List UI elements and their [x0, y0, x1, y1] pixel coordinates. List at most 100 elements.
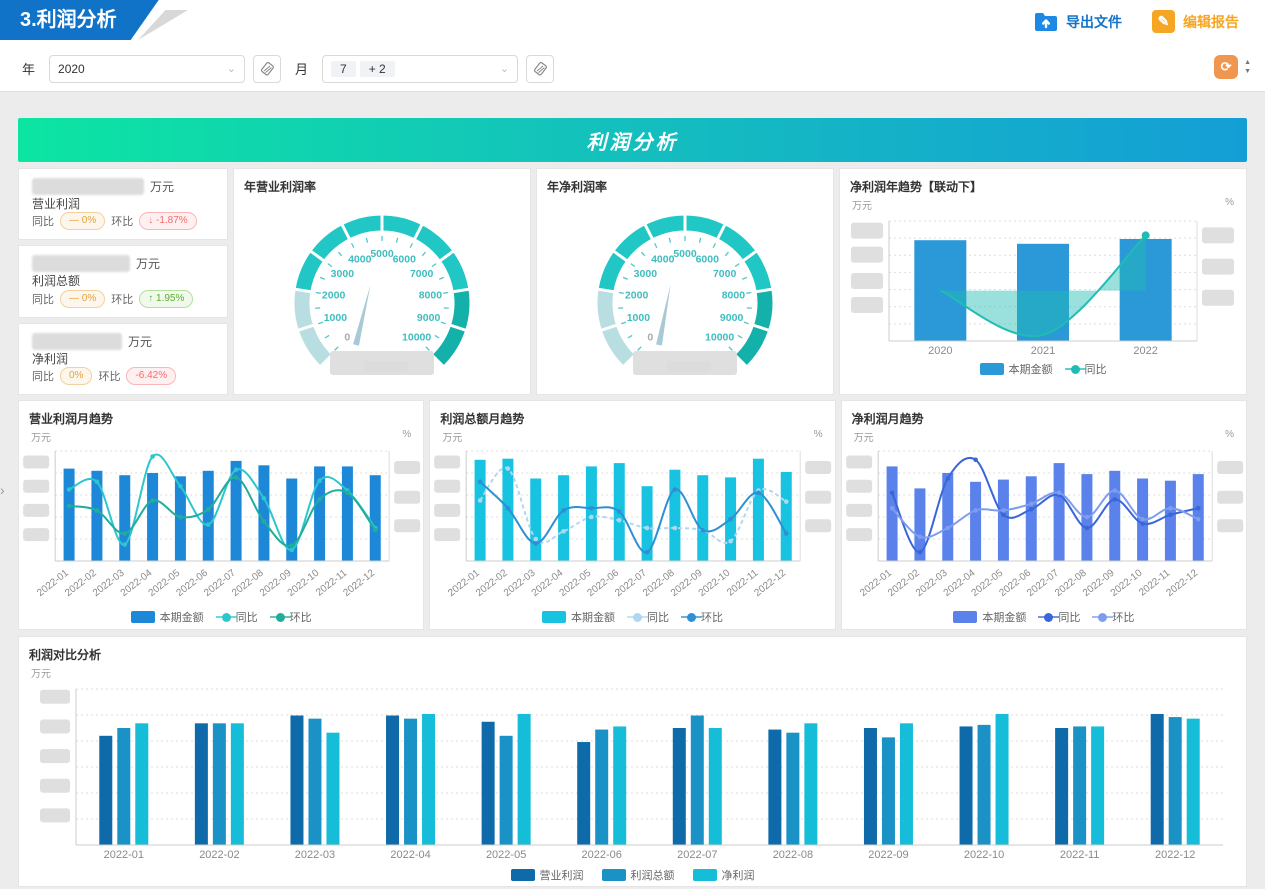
bar-本期金额[interactable] — [258, 465, 269, 561]
bar-营业利润[interactable] — [195, 723, 208, 845]
net-profit-monthly-chart[interactable]: 2022-012022-022022-032022-042022-052022-… — [842, 443, 1246, 611]
bar-利润总额[interactable] — [1169, 717, 1182, 845]
month-select[interactable]: 7 + 2 ⌄ — [322, 55, 518, 83]
bar-净利润[interactable] — [613, 726, 626, 845]
bar-净利润[interactable] — [996, 714, 1009, 845]
operating-profit-monthly-chart[interactable]: 2022-012022-022022-032022-042022-052022-… — [19, 443, 423, 611]
bar-本期金额[interactable] — [64, 469, 75, 561]
legend-item-本期金额[interactable]: 本期金额 — [980, 361, 1053, 377]
bar-本期金额[interactable] — [781, 472, 792, 561]
bar-营业利润[interactable] — [1055, 728, 1068, 845]
bar-本期金额[interactable] — [970, 482, 981, 561]
legend-item-利润总额[interactable]: 利润总额 — [602, 867, 675, 883]
legend-item-营业利润[interactable]: 营业利润 — [511, 867, 584, 883]
spinner-up-icon[interactable]: ▲ — [1244, 59, 1251, 66]
legend-item-本期金额[interactable]: 本期金额 — [953, 609, 1026, 625]
bar-净利润[interactable] — [1187, 719, 1200, 845]
bar-净利润[interactable] — [804, 723, 817, 845]
bar-净利润[interactable] — [231, 723, 244, 845]
bar-净利润[interactable] — [422, 714, 435, 845]
bar-利润总额[interactable] — [978, 725, 991, 845]
bar-营业利润[interactable] — [99, 736, 112, 845]
legend-item-本期金额[interactable]: 本期金额 — [542, 609, 615, 625]
bar-本期金额[interactable] — [558, 475, 569, 561]
legend-item-环比[interactable]: 环比 — [276, 609, 312, 625]
month-tag[interactable]: 7 — [331, 61, 356, 77]
bar-利润总额[interactable] — [691, 716, 704, 845]
bar-净利润[interactable] — [518, 714, 531, 845]
operating-profit-rate-gauge[interactable]: 0100020003000400050006000700080009000100… — [234, 199, 530, 391]
bar-本期金额[interactable] — [1053, 463, 1064, 561]
bar-营业利润[interactable] — [864, 728, 877, 845]
bar-本期金额[interactable] — [91, 471, 102, 561]
legend-item-同比[interactable]: 同比 — [222, 609, 258, 625]
bar-营业利润[interactable] — [577, 742, 590, 845]
left-drawer-toggle-icon[interactable]: › — [0, 470, 14, 510]
bar-本期金额[interactable] — [147, 473, 158, 561]
profit-comparison-chart[interactable]: 2022-012022-022022-032022-042022-052022-… — [19, 679, 1246, 869]
spinner-down-icon[interactable]: ▼ — [1244, 68, 1251, 75]
net-profit-monthly-svg[interactable]: 2022-012022-022022-032022-042022-052022-… — [842, 443, 1246, 611]
bar-利润总额[interactable] — [213, 723, 226, 845]
total-profit-monthly-svg[interactable]: 2022-012022-022022-032022-042022-052022-… — [430, 443, 834, 611]
legend-item-本期金额[interactable]: 本期金额 — [131, 609, 204, 625]
bar-利润总额[interactable] — [117, 728, 130, 845]
bar-营业利润[interactable] — [290, 716, 303, 845]
bar-净利润[interactable] — [900, 723, 913, 845]
bar-利润总额[interactable] — [1073, 726, 1086, 845]
bar-营业利润[interactable] — [482, 722, 495, 845]
bar-营业利润[interactable] — [768, 730, 781, 845]
svg-text:2022-06: 2022-06 — [582, 849, 622, 861]
bar-本期金额[interactable] — [698, 475, 709, 561]
legend-item-环比[interactable]: 环比 — [1098, 609, 1134, 625]
net-profit-year-trend-svg[interactable]: 202020212022 — [840, 211, 1246, 363]
bar-本期金额[interactable] — [119, 475, 130, 561]
legend-item-同比[interactable]: 同比 — [1044, 609, 1080, 625]
bar-本期金额[interactable] — [753, 459, 764, 561]
year-clear-filter-button[interactable] — [253, 55, 281, 83]
net-profit-rate-gauge[interactable]: 0100020003000400050006000700080009000100… — [537, 199, 833, 391]
bar-利润总额[interactable] — [595, 730, 608, 845]
legend-item-净利润[interactable]: 净利润 — [693, 867, 755, 883]
bar-本期金额[interactable] — [670, 470, 681, 561]
bar-本期金额[interactable] — [1109, 471, 1120, 561]
edit-report-button[interactable]: ✎ 编辑报告 — [1152, 10, 1239, 33]
bar-营业利润[interactable] — [1151, 714, 1164, 845]
bar-营业利润[interactable] — [960, 726, 973, 845]
bar-本期金额[interactable] — [531, 479, 542, 562]
month-tag-more[interactable]: + 2 — [360, 61, 395, 77]
bar-本期金额[interactable] — [1025, 476, 1036, 561]
bar-净利润[interactable] — [135, 723, 148, 845]
operating-profit-monthly-svg[interactable]: 2022-012022-022022-032022-042022-052022-… — [19, 443, 423, 611]
profit-compare-svg[interactable]: 2022-012022-022022-032022-042022-052022-… — [19, 679, 1246, 869]
legend-bar-marker — [693, 869, 717, 881]
bar-利润总额[interactable] — [308, 719, 321, 845]
bar-本期金额[interactable] — [1165, 481, 1176, 561]
bar-本期金额[interactable] — [475, 460, 486, 561]
bar-利润总额[interactable] — [500, 736, 513, 845]
total-profit-monthly-chart[interactable]: 2022-012022-022022-032022-042022-052022-… — [430, 443, 834, 611]
bar-净利润[interactable] — [1091, 726, 1104, 845]
month-clear-filter-button[interactable] — [526, 55, 554, 83]
bar-利润总额[interactable] — [404, 719, 417, 845]
legend-item-环比[interactable]: 环比 — [687, 609, 723, 625]
bar-净利润[interactable] — [326, 733, 339, 845]
gauge-net-rate-svg[interactable]: 0100020003000400050006000700080009000100… — [537, 199, 833, 391]
refresh-button[interactable]: ⟳ — [1214, 55, 1238, 79]
bar-利润总额[interactable] — [882, 737, 895, 845]
net-profit-year-trend-chart[interactable]: 202020212022 — [840, 211, 1246, 363]
bar-本期金额[interactable] — [586, 466, 597, 561]
legend-item-同比[interactable]: 同比 — [633, 609, 669, 625]
bar-营业利润[interactable] — [673, 728, 686, 845]
bar-本期金额[interactable] — [342, 466, 353, 561]
bar-本期金额[interactable] — [370, 475, 381, 561]
export-file-button[interactable]: 导出文件 — [1033, 11, 1122, 33]
bar-利润总额[interactable] — [786, 733, 799, 845]
bar-本期金额[interactable] — [998, 480, 1009, 561]
gauge-operating-rate-svg[interactable]: 0100020003000400050006000700080009000100… — [234, 199, 530, 391]
year-select[interactable]: 2020 ⌄ — [49, 55, 245, 83]
bar-营业利润[interactable] — [386, 716, 399, 845]
legend-item-同比[interactable]: 同比 — [1071, 361, 1107, 377]
bar-净利润[interactable] — [709, 728, 722, 845]
bar-本期金额[interactable] — [203, 471, 214, 561]
